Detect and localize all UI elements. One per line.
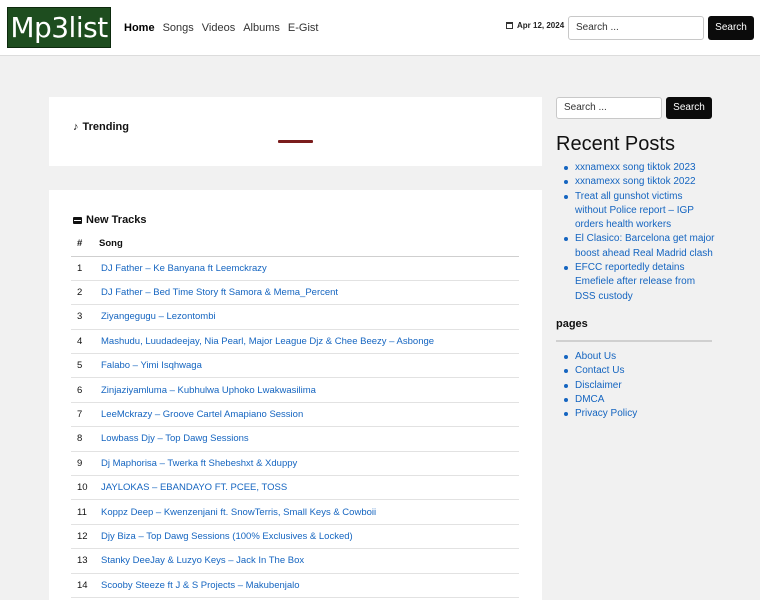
table-row: 2 DJ Father – Bed Time Story ft Samora & …: [71, 280, 519, 306]
trending-title: Trending: [82, 121, 129, 133]
track-link[interactable]: Zinjaziyamluma – Kubhulwa Uphoko Lwakwas…: [99, 377, 519, 403]
pages-divider: [556, 340, 712, 342]
table-row: 12 Djy Biza – Top Dawg Sessions (100% Exc…: [71, 524, 519, 550]
tracks-table: # Song 1 DJ Father – Ke Banyana ft Leemck…: [71, 232, 519, 598]
table-row: 6 Zinjaziyamluma – Kubhulwa Uphoko Lwakwa…: [71, 377, 519, 403]
recent-post-link[interactable]: xxnamexx song tiktok 2023: [556, 161, 716, 175]
nav-albums[interactable]: Albums: [243, 22, 280, 34]
nav-videos[interactable]: Videos: [202, 22, 235, 34]
table-row: 9 Dj Maphorisa – Twerka ft Shebeshxt & Xd…: [71, 451, 519, 477]
site-logo[interactable]: Mp3list: [7, 7, 111, 48]
page-link[interactable]: Contact Us: [556, 364, 716, 378]
track-link[interactable]: Stanky DeeJay & Luzyo Keys – Jack In The…: [99, 548, 519, 574]
track-number: 1: [71, 256, 99, 281]
sidebar-search-input[interactable]: Search ...: [556, 97, 662, 119]
track-link[interactable]: LeeMckrazy – Groove Cartel Amapiano Sess…: [99, 402, 519, 428]
current-date: Apr 12, 2024: [506, 21, 564, 30]
nav-home[interactable]: Home: [124, 22, 155, 34]
track-number: 2: [71, 280, 99, 306]
table-row: 3 Ziyangegugu – Lezontombi: [71, 304, 519, 330]
recent-post-link[interactable]: xxnamexx song tiktok 2022: [556, 175, 716, 189]
tracks-icon: [73, 216, 82, 224]
track-link[interactable]: Lowbass Djy – Top Dawg Sessions: [99, 426, 519, 452]
new-tracks-title: New Tracks: [86, 214, 147, 226]
track-link[interactable]: Scooby Steeze ft J & S Projects – Makube…: [99, 573, 519, 598]
track-number: 4: [71, 329, 99, 355]
tracks-header-row: # Song: [71, 232, 519, 257]
sidebar-search-button[interactable]: Search: [666, 97, 712, 119]
page-link[interactable]: About Us: [556, 350, 716, 364]
track-number: 13: [71, 548, 99, 574]
trending-heading: ♪ Trending: [73, 121, 129, 133]
site-header: Mp3list Home Songs Videos Albums E-Gist …: [0, 0, 760, 56]
track-number: 9: [71, 451, 99, 477]
pages-list: About Us Contact Us Disclaimer DMCA Privacy …: [556, 350, 716, 421]
table-row: 14 Scooby Steeze ft J & S Projects – Maku…: [71, 573, 519, 598]
table-row: 10 JAYLOKAS – EBANDAYO FT. PCEE, TOSS: [71, 475, 519, 501]
calendar-icon: [506, 22, 513, 29]
table-row: 5 Falabo – Yimi Isqhwaga: [71, 353, 519, 379]
track-link[interactable]: Ziyangegugu – Lezontombi: [99, 304, 519, 330]
nav-e-gist[interactable]: E-Gist: [288, 22, 319, 34]
track-number: 8: [71, 426, 99, 452]
recent-posts-heading: Recent Posts: [556, 133, 675, 155]
track-number: 10: [71, 475, 99, 501]
page-link[interactable]: DMCA: [556, 393, 716, 407]
page-link[interactable]: Disclaimer: [556, 379, 716, 393]
main-nav: Home Songs Videos Albums E-Gist: [124, 0, 318, 56]
track-link[interactable]: Koppz Deep – Kwenzenjani ft. SnowTerris,…: [99, 499, 519, 525]
recent-post-link[interactable]: Treat all gunshot victims without Police…: [556, 190, 716, 233]
track-number: 3: [71, 304, 99, 330]
music-note-icon: ♪: [73, 120, 79, 133]
track-link[interactable]: DJ Father – Ke Banyana ft Leemckrazy: [99, 256, 519, 281]
track-number: 11: [71, 499, 99, 525]
track-link[interactable]: Djy Biza – Top Dawg Sessions (100% Exclu…: [99, 524, 519, 550]
trending-loader-bar: [278, 140, 313, 143]
track-number: 14: [71, 573, 99, 598]
new-tracks-card: New Tracks # Song 1 DJ Father – Ke Banyan…: [49, 190, 542, 600]
track-number: 5: [71, 353, 99, 379]
track-number: 7: [71, 402, 99, 428]
table-row: 4 Mashudu, Luudadeejay, Nia Pearl, Major …: [71, 329, 519, 355]
recent-post-link[interactable]: EFCC reportedly detains Emefiele after r…: [556, 261, 716, 304]
trending-card: ♪ Trending: [49, 97, 542, 166]
track-number: 12: [71, 524, 99, 550]
col-song-header: Song: [99, 232, 519, 257]
nav-songs[interactable]: Songs: [163, 22, 194, 34]
tracks-body: 1 DJ Father – Ke Banyana ft Leemckrazy 2 DJ…: [71, 256, 519, 598]
recent-posts-list: xxnamexx song tiktok 2023 xxnamexx song t…: [556, 161, 716, 304]
track-link[interactable]: DJ Father – Bed Time Story ft Samora & M…: [99, 280, 519, 306]
table-row: 11 Koppz Deep – Kwenzenjani ft. SnowTerri…: [71, 499, 519, 525]
table-row: 8 Lowbass Djy – Top Dawg Sessions: [71, 426, 519, 452]
table-row: 7 LeeMckrazy – Groove Cartel Amapiano Ses…: [71, 402, 519, 428]
new-tracks-heading: New Tracks: [73, 214, 147, 226]
table-row: 13 Stanky DeeJay & Luzyo Keys – Jack In T…: [71, 548, 519, 574]
track-link[interactable]: JAYLOKAS – EBANDAYO FT. PCEE, TOSS: [99, 475, 519, 501]
track-number: 6: [71, 377, 99, 403]
header-search-button[interactable]: Search: [708, 16, 754, 40]
track-link[interactable]: Mashudu, Luudadeejay, Nia Pearl, Major L…: [99, 329, 519, 355]
table-row: 1 DJ Father – Ke Banyana ft Leemckrazy: [71, 256, 519, 281]
header-search-input[interactable]: Search ...: [568, 16, 704, 40]
recent-post-link[interactable]: El Clasico: Barcelona get major boost ah…: [556, 232, 716, 261]
pages-heading: pages: [556, 318, 588, 330]
page-link[interactable]: Privacy Policy: [556, 407, 716, 421]
track-link[interactable]: Dj Maphorisa – Twerka ft Shebeshxt & Xdu…: [99, 451, 519, 477]
track-link[interactable]: Falabo – Yimi Isqhwaga: [99, 353, 519, 379]
date-text: Apr 12, 2024: [517, 21, 565, 30]
col-number-header: #: [71, 232, 99, 257]
